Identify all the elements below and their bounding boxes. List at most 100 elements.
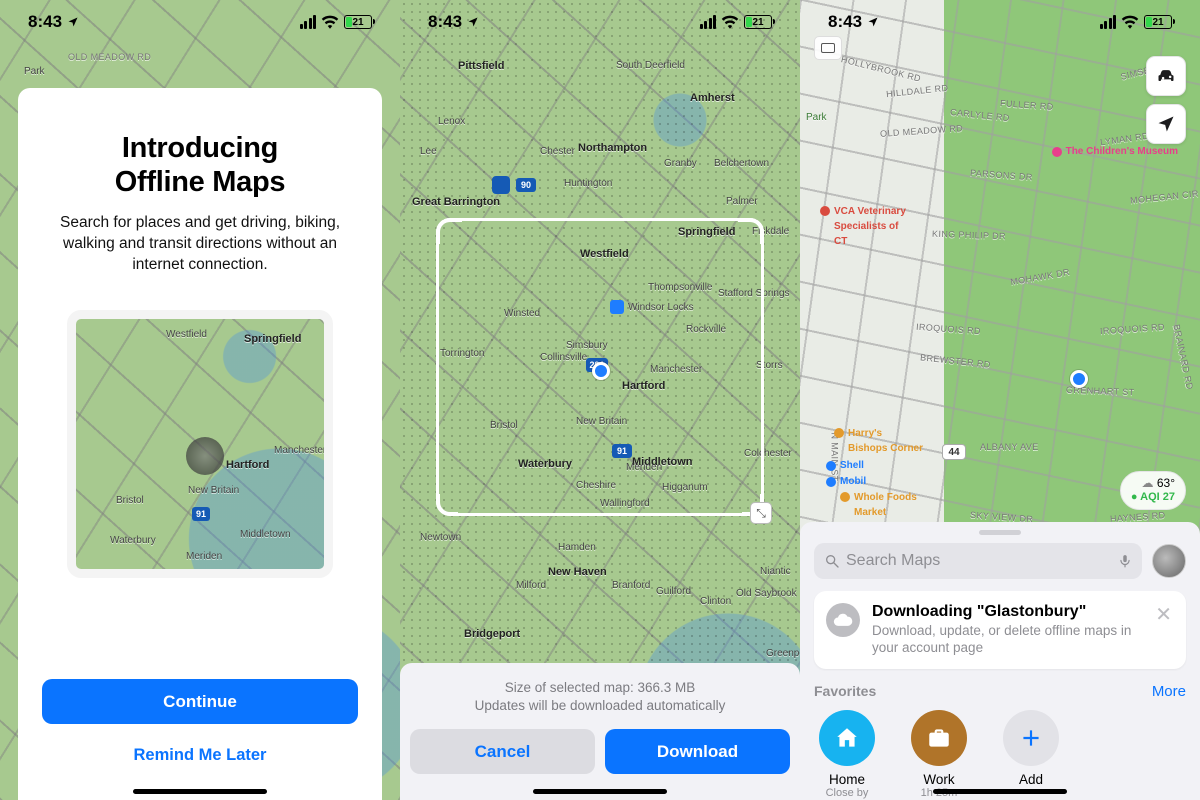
poi-childrens-museum[interactable]: The Children's Museum	[1052, 146, 1178, 157]
screenshot-1-intro: OLD MEADOW RD Park 8:43 21 IntroducingOf…	[0, 0, 400, 800]
download-status-title: Downloading "Glastonbury"	[872, 603, 1141, 621]
home-indicator[interactable]	[133, 789, 267, 794]
resize-handle-icon[interactable]: ⤡	[750, 502, 772, 524]
street-label: MOHAWK DR	[1010, 267, 1071, 287]
avatar-pin-icon	[186, 437, 224, 475]
interstate-90-icon	[492, 176, 510, 194]
map-place-label: Niantic	[760, 566, 791, 577]
street-label: MOHEGAN CIR	[1130, 188, 1200, 205]
intro-minimap-preview: Westfield Springfield Hartford Mancheste…	[67, 310, 333, 578]
favorite-add[interactable]: Add	[998, 710, 1064, 799]
poi-harrys[interactable]: Harry'sBishops Corner	[834, 428, 923, 454]
download-status-subtitle: Download, update, or delete offline maps…	[872, 623, 1141, 657]
weather-widget[interactable]: ☁︎ 63° ● AQI 27	[1120, 471, 1186, 510]
location-arrow-icon	[1156, 114, 1176, 134]
sheet-grabber[interactable]	[979, 530, 1021, 535]
download-status-card[interactable]: Downloading "Glastonbury" Download, upda…	[814, 591, 1186, 669]
poi-wholefoods[interactable]: Whole FoodsMarket	[840, 492, 917, 518]
street-label: HILLDALE RD	[886, 83, 949, 99]
profile-avatar[interactable]	[1152, 544, 1186, 578]
map-place-label: Clinton	[700, 596, 731, 607]
battery-icon: 21	[344, 15, 372, 29]
status-time: 8:43	[428, 12, 479, 32]
wifi-icon	[321, 15, 339, 29]
map-place-label: Milford	[516, 580, 546, 591]
cancel-button[interactable]: Cancel	[410, 729, 595, 774]
street-label: BREWSTER RD	[920, 352, 992, 369]
home-indicator[interactable]	[933, 789, 1067, 794]
continue-button[interactable]: Continue	[42, 679, 358, 724]
driving-mode-button[interactable]	[1146, 56, 1186, 96]
street-label: KING PHILIP DR	[932, 229, 1006, 242]
search-input[interactable]: Search Maps	[814, 543, 1142, 579]
battery-icon: 21	[1144, 15, 1172, 29]
current-location-dot	[1070, 370, 1088, 388]
intro-title: IntroducingOffline Maps	[115, 132, 285, 199]
map-place-label: Guilford	[656, 586, 691, 597]
cell-signal-icon	[1100, 15, 1117, 29]
interstate-shield-icon: 91	[192, 507, 210, 521]
map-place-label: Great Barrington	[412, 196, 500, 208]
location-services-icon	[467, 16, 479, 28]
map-place-label: Branford	[612, 580, 650, 591]
street-label: OLD MEADOW RD	[880, 123, 964, 139]
battery-icon: 21	[744, 15, 772, 29]
street-label: PARSONS DR	[970, 168, 1033, 182]
car-icon	[1155, 66, 1177, 86]
poi-shell[interactable]: Shell	[826, 460, 864, 471]
map-place-label: Hamden	[558, 542, 596, 553]
download-size-info: Size of selected map: 366.3 MB Updates w…	[410, 679, 790, 715]
screenshot-2-select-region: PittsfieldSouth DeerfieldAmherstLenoxLee…	[400, 0, 800, 800]
status-bar: 8:43 21	[0, 0, 400, 44]
map-tools-stack	[1146, 56, 1186, 144]
interstate-90-shield-icon: 90	[516, 178, 536, 192]
status-bar: 8:43 21	[400, 0, 800, 44]
route-44-shield-icon: 44	[942, 444, 966, 460]
home-indicator[interactable]	[533, 789, 667, 794]
street-label: IROQUOIS RD	[916, 322, 981, 337]
map-place-label: Amherst	[690, 92, 735, 104]
road-label: OLD MEADOW RD	[68, 52, 151, 62]
status-time: 8:43	[28, 12, 79, 32]
maps-bottom-panel[interactable]: Search Maps Downloading "Glastonbury" Do…	[800, 522, 1200, 800]
cell-signal-icon	[700, 15, 717, 29]
map-place-label: Greenport	[766, 648, 800, 659]
search-placeholder: Search Maps	[846, 552, 940, 570]
recenter-button[interactable]	[1146, 104, 1186, 144]
favorites-more-link[interactable]: More	[1152, 683, 1186, 700]
intro-subtitle: Search for places and get driving, bikin…	[42, 213, 358, 276]
status-bar: 8:43 21	[800, 0, 1200, 44]
map-place-label: Palmer	[726, 196, 758, 207]
map-place-label: Northampton	[578, 142, 647, 154]
poi-mobil[interactable]: Mobil	[826, 476, 866, 487]
map-place-label: Newtown	[420, 532, 461, 543]
map-place-label: Granby	[664, 158, 697, 169]
download-button[interactable]: Download	[605, 729, 790, 774]
map-place-label: Pittsfield	[458, 60, 504, 72]
street-label: CARLYLE RD	[950, 107, 1011, 123]
map-place-label: Lee	[420, 146, 437, 157]
map-place-label: Lenox	[438, 116, 465, 127]
street-label: FULLER RD	[1000, 98, 1054, 112]
download-region-selector[interactable]: ⤡	[436, 218, 764, 516]
street-label: ALBANY AVE	[980, 442, 1039, 452]
cell-signal-icon	[300, 15, 317, 29]
cloud-download-icon	[826, 603, 860, 637]
plus-icon	[1003, 710, 1059, 766]
poi-vca[interactable]: VCA VeterinarySpecialists ofCT	[820, 206, 906, 247]
microphone-icon[interactable]	[1118, 552, 1132, 570]
street-label: BRAINARD RD	[1171, 323, 1195, 390]
poi-park: Park	[806, 112, 827, 123]
remind-me-later-button[interactable]: Remind Me Later	[42, 734, 358, 776]
location-services-icon	[67, 16, 79, 28]
favorite-home[interactable]: HomeClose by	[814, 710, 880, 799]
park-label: Park	[24, 66, 45, 77]
map-place-label: Huntington	[564, 178, 612, 189]
favorite-work[interactable]: Work1h 25m	[906, 710, 972, 799]
map-place-label: New Haven	[548, 566, 607, 578]
map-place-label: Chester	[540, 146, 575, 157]
wifi-icon	[721, 15, 739, 29]
dismiss-download-card-button[interactable]: ✕	[1153, 603, 1174, 627]
map-place-label: Belchertown	[714, 158, 769, 169]
briefcase-icon	[911, 710, 967, 766]
